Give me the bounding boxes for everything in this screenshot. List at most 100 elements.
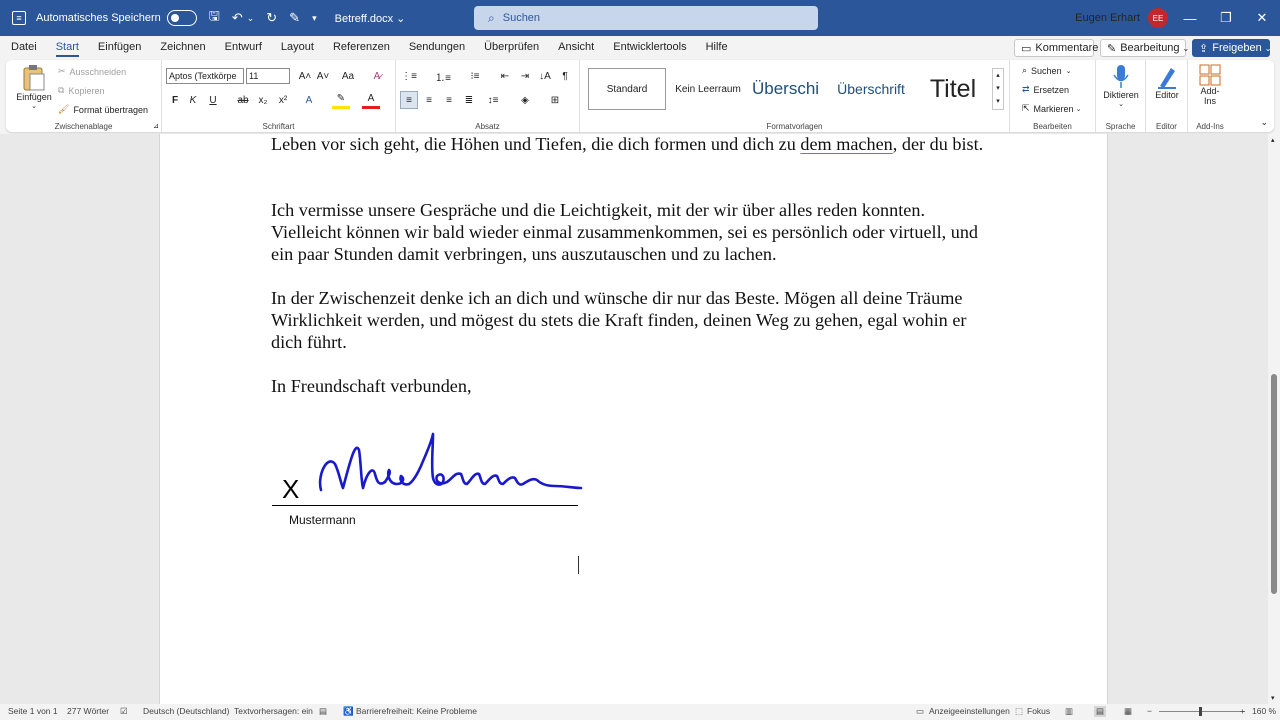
- proofing-icon[interactable]: ☑: [120, 706, 128, 717]
- line-spacing-icon[interactable]: ↕≡: [484, 91, 502, 109]
- focus-icon[interactable]: ⬚: [1015, 706, 1023, 717]
- word-app-icon[interactable]: ≡: [12, 11, 26, 25]
- tab-entwurf[interactable]: Entwurf: [214, 36, 270, 58]
- user-account[interactable]: Eugen Erhart EE: [1075, 0, 1168, 36]
- zoom-level[interactable]: 160 %: [1252, 706, 1276, 716]
- tab-einfügen[interactable]: Einfügen: [87, 36, 149, 58]
- scroll-up-icon[interactable]: ▴: [1271, 136, 1275, 144]
- focus-mode[interactable]: Fokus: [1027, 706, 1050, 716]
- style-heading-1[interactable]: Überschi: [752, 68, 826, 110]
- font-name-combo[interactable]: Aptos (Textkörpe: [166, 68, 244, 84]
- document-name[interactable]: Betreff.docx ⌄: [335, 12, 406, 25]
- paragraph-1[interactable]: Leben vor sich geht, die Höhen und Tiefe…: [271, 134, 991, 155]
- scroll-down-icon[interactable]: ▾: [1271, 694, 1275, 702]
- display-settings-icon[interactable]: ▭: [916, 706, 924, 717]
- cut-button[interactable]: ✂ Ausschneiden: [58, 66, 126, 77]
- paragraph-3[interactable]: In der Zwischenzeit denke ich an dich un…: [271, 287, 991, 353]
- title-search-box[interactable]: ⌕ Suchen: [474, 6, 818, 30]
- shrink-font-icon[interactable]: A˅: [314, 67, 332, 85]
- undo-icon[interactable]: ↶: [232, 10, 243, 26]
- bullets-icon[interactable]: ⋮≡: [400, 67, 418, 85]
- font-color-icon[interactable]: A: [362, 91, 380, 109]
- save-icon[interactable]: 🖫: [209, 7, 220, 29]
- italic-button[interactable]: K: [184, 91, 202, 109]
- undo-dropdown-icon[interactable]: ⌄: [247, 13, 255, 24]
- tab-datei[interactable]: Datei: [0, 36, 45, 58]
- subscript-button[interactable]: x₂: [254, 91, 272, 109]
- tab-referenzen[interactable]: Referenzen: [322, 36, 398, 58]
- replace-button[interactable]: ⇄ Ersetzen: [1022, 84, 1069, 95]
- zoom-out-icon[interactable]: −: [1147, 706, 1152, 716]
- page-count[interactable]: Seite 1 von 1: [8, 706, 58, 716]
- increase-indent-icon[interactable]: ⇥: [516, 67, 534, 85]
- close-icon[interactable]: ✕: [1244, 0, 1280, 36]
- shading-icon[interactable]: ◈: [516, 91, 534, 109]
- vertical-scrollbar[interactable]: ▴ ▾: [1268, 134, 1280, 704]
- select-button[interactable]: ⇱ Markieren ⌄: [1022, 103, 1081, 114]
- find-button[interactable]: ⌕ Suchen ⌄: [1022, 65, 1071, 76]
- change-case-button[interactable]: Aa: [336, 67, 360, 85]
- tab-sendungen[interactable]: Sendungen: [398, 36, 473, 58]
- tab-zeichnen[interactable]: Zeichnen: [149, 36, 213, 58]
- styles-scroll[interactable]: ▴ ▾ ▾: [992, 68, 1004, 110]
- multilevel-list-icon[interactable]: ⁝≡: [466, 67, 484, 85]
- touch-mode-icon[interactable]: ✎: [289, 10, 300, 26]
- strikethrough-button[interactable]: ab: [234, 91, 252, 109]
- numbering-icon[interactable]: ⒈≡: [434, 67, 452, 85]
- paste-button[interactable]: Einfügen ⌄: [14, 64, 54, 110]
- tab-überprüfen[interactable]: Überprüfen: [473, 36, 547, 58]
- dialog-launcher-icon[interactable]: ⊿: [153, 122, 159, 130]
- text-predictions-status[interactable]: Textvorhersagen: ein: [234, 706, 313, 716]
- align-left-icon[interactable]: ≡: [400, 91, 418, 109]
- scroll-thumb[interactable]: [1271, 374, 1277, 594]
- macro-recording-icon[interactable]: ▤: [319, 706, 327, 717]
- dictate-button[interactable]: Diktieren ⌄: [1101, 64, 1141, 108]
- sort-icon[interactable]: ↓A: [536, 67, 554, 85]
- share-button[interactable]: ⇪ Freigeben ⌄: [1192, 39, 1271, 57]
- style-heading-2[interactable]: Überschrift: [830, 68, 912, 110]
- align-center-icon[interactable]: ≡: [420, 91, 438, 109]
- zoom-in-icon[interactable]: +: [1240, 706, 1245, 716]
- decrease-indent-icon[interactable]: ⇤: [496, 67, 514, 85]
- tab-entwicklertools[interactable]: Entwicklertools: [602, 36, 694, 58]
- tab-ansicht[interactable]: Ansicht: [547, 36, 602, 58]
- paragraph-2[interactable]: Ich vermisse unsere Gespräche und die Le…: [271, 199, 991, 265]
- highlight-icon[interactable]: ✎: [332, 91, 350, 109]
- justify-icon[interactable]: ≣: [460, 91, 478, 109]
- accessibility-icon[interactable]: ♿: [343, 706, 354, 717]
- comments-button[interactable]: ▭ Kommentare: [1014, 39, 1098, 57]
- underline-button[interactable]: U: [204, 91, 222, 109]
- style-standard[interactable]: Standard: [588, 68, 666, 110]
- word-count[interactable]: 277 Wörter: [67, 706, 109, 716]
- zoom-slider[interactable]: [1159, 711, 1245, 712]
- text-effects-icon[interactable]: A: [300, 91, 318, 109]
- tab-hilfe[interactable]: Hilfe: [695, 36, 736, 58]
- bold-button[interactable]: F: [166, 91, 184, 109]
- restore-icon[interactable]: ❐: [1208, 0, 1244, 36]
- accessibility-status[interactable]: Barrierefreiheit: Keine Probleme: [356, 706, 477, 716]
- autosave-toggle[interactable]: [166, 10, 197, 26]
- grow-font-icon[interactable]: A˄: [296, 67, 314, 85]
- addins-button[interactable]: Add-Ins: [1192, 64, 1228, 106]
- align-right-icon[interactable]: ≡: [440, 91, 458, 109]
- clear-formatting-icon[interactable]: A̷: [368, 67, 386, 85]
- redo-icon[interactable]: ↻: [266, 10, 277, 26]
- display-settings[interactable]: Anzeigeeinstellungen: [929, 706, 1010, 716]
- style-no-spacing[interactable]: Kein Leerraum: [670, 68, 746, 110]
- collapse-ribbon-icon[interactable]: ⌄: [1260, 117, 1268, 128]
- language-status[interactable]: Deutsch (Deutschland): [143, 706, 229, 716]
- web-layout-icon[interactable]: ▦: [1124, 706, 1132, 717]
- minimize-icon[interactable]: —: [1172, 0, 1208, 36]
- handwritten-signature[interactable]: [315, 426, 585, 502]
- tab-start[interactable]: Start: [45, 36, 87, 58]
- borders-icon[interactable]: ⊞: [546, 91, 564, 109]
- style-title[interactable]: Titel: [918, 68, 988, 110]
- read-mode-icon[interactable]: ▥: [1065, 706, 1073, 717]
- print-layout-icon[interactable]: ▤: [1094, 706, 1107, 717]
- format-painter-button[interactable]: 🖌 Format übertragen: [58, 104, 148, 115]
- customize-toolbar-icon[interactable]: ▾: [312, 13, 317, 24]
- zoom-slider-thumb[interactable]: [1199, 707, 1202, 716]
- superscript-button[interactable]: x²: [274, 91, 292, 109]
- show-formatting-icon[interactable]: ¶: [556, 67, 574, 85]
- copy-button[interactable]: ⧉ Kopieren: [58, 85, 104, 96]
